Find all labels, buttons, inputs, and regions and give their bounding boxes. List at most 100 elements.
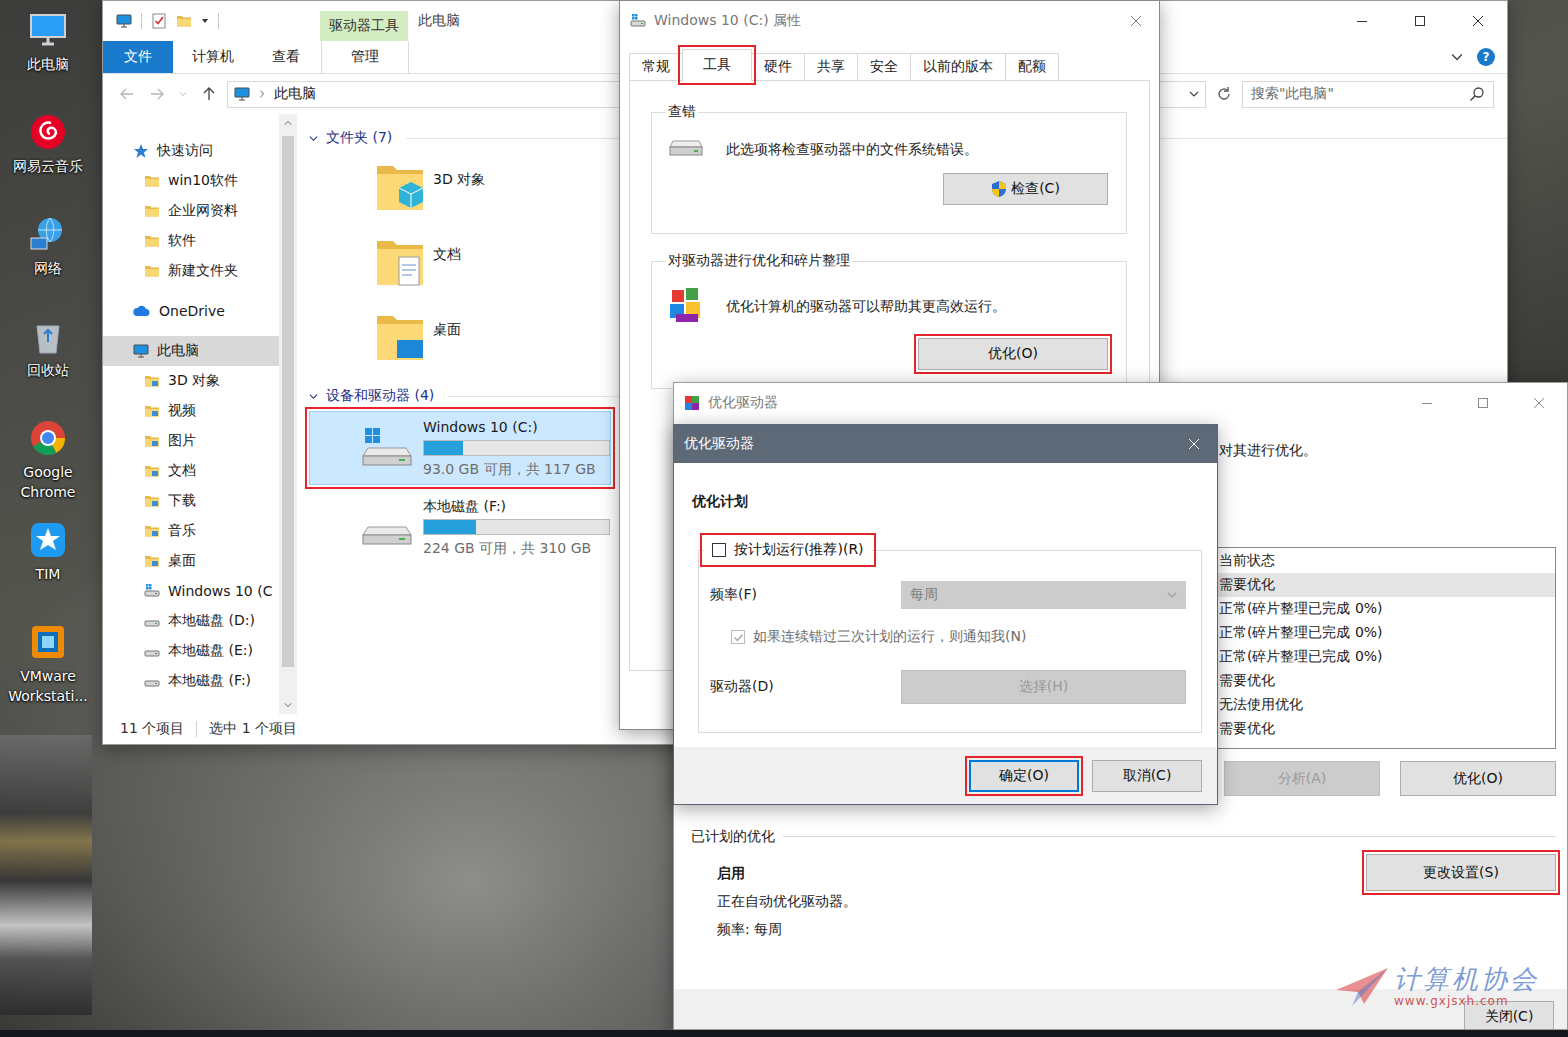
nav-item[interactable]: 软件 [103,226,279,256]
usage-bar [423,440,610,456]
address-dropdown-icon [1189,89,1199,99]
docs-folder-icon [375,235,425,291]
nav-item[interactable]: 3D 对象 [103,366,279,396]
chrome-icon [28,418,68,458]
collapse-icon [309,134,318,143]
context-tab[interactable]: 驱动器工具 [320,11,408,41]
close-icon [1534,398,1544,408]
library-folder-icon [144,373,160,389]
nav-item[interactable]: 本地磁盘 (E:) [103,636,279,666]
check-icon [733,632,744,643]
schedule-checkbox[interactable]: 按计划运行(推荐)(R) [704,537,872,563]
status-text: 11 个项目 [120,720,184,738]
star-icon [133,143,149,159]
close-button[interactable] [1171,425,1217,463]
quick-access-toolbar [103,1,320,41]
nav-item[interactable]: 图片 [103,426,279,456]
desktop-icon-label: 网络 [32,258,64,278]
recycle-bin-icon [28,316,68,356]
tab[interactable]: 常规 [629,53,683,80]
navigation-pane: 快速访问win10软件企业网资料软件新建文件夹 OneDrive 此电脑3D 对象视… [103,114,297,714]
tab-bar: 常规工具硬件共享安全以前的版本配额 [620,41,1159,80]
drive-icon [359,505,415,549]
minimize-button[interactable] [1399,383,1455,423]
title-bar: 优化驱动器 [674,383,1567,423]
ribbon-tab[interactable]: 计算机 [173,41,253,73]
drive-tile[interactable]: Windows 10 (C:)93.0 GB 可用，共 117 GB [309,411,611,485]
close-button[interactable]: 关闭(C) [1464,1001,1554,1030]
change-settings-button[interactable]: 更改设置(S) [1366,854,1556,891]
computer-icon [116,13,132,29]
optimize-button[interactable]: 优化(O) [918,338,1108,370]
drive-icon [144,643,160,659]
nav-item[interactable]: 此电脑 [103,336,279,366]
breadcrumb-separator-icon [258,90,266,98]
ribbon-tab[interactable]: 文件 [103,41,173,73]
desktop-icon[interactable]: TIM [0,516,96,618]
tab[interactable]: 配额 [1005,53,1059,80]
footer: 关闭(C) [674,989,1567,1029]
nav-item[interactable]: 视频 [103,396,279,426]
dropdown-icon [1167,590,1177,600]
ribbon-tab[interactable]: 查看 [253,41,319,73]
desktop-icon[interactable]: VMware Workstati... [0,618,96,720]
drive-tile[interactable]: 本地磁盘 (F:)224 GB 可用，共 310 GB [309,490,611,564]
close-button[interactable] [1113,1,1159,41]
desktop-icon[interactable]: 网络 [0,210,96,312]
nav-item[interactable]: 下载 [103,486,279,516]
select-drives-button[interactable]: 选择(H) [901,670,1186,704]
dialog-button[interactable]: 取消(C) [1092,760,1202,792]
tab[interactable]: 工具 [682,49,752,81]
nav-item[interactable]: OneDrive [103,296,279,326]
nav-item[interactable]: Windows 10 (C [103,576,279,606]
folder-icon [144,233,160,249]
nav-item[interactable]: 企业网资料 [103,196,279,226]
desktop-icon[interactable]: 网易云音乐 [0,108,96,210]
ribbon-tab[interactable]: 管理 [321,41,409,73]
system-drive-icon [144,583,160,599]
scroll-thumb[interactable] [282,136,294,667]
desktop-icon[interactable]: Google Chrome [0,414,96,516]
desktop-icon[interactable]: 回收站 [0,312,96,414]
check-button[interactable]: 检查(C) [943,173,1108,205]
nav-item[interactable]: 桌面 [103,546,279,576]
tab[interactable]: 硬件 [751,53,805,80]
schedule-info: 启用正在自动优化驱动器。频率: 每周 [691,854,1366,943]
dialog-button[interactable]: 确定(O) [969,760,1079,792]
nav-item[interactable]: 文档 [103,456,279,486]
scrollbar[interactable] [279,114,297,714]
nav-item[interactable]: 快速访问 [103,136,279,166]
help-button[interactable]: ? [1477,48,1495,66]
notify-checkbox[interactable]: 如果连续错过三次计划的运行，则通知我(N) [710,613,1186,661]
nav-item[interactable]: 音乐 [103,516,279,546]
desktop-icon[interactable]: 此电脑 [0,6,96,108]
system-drive-icon [359,426,415,470]
pixelated-area [0,735,92,1015]
search-box[interactable]: 搜索"此电脑" [1242,81,1494,108]
nav-item[interactable]: 本地磁盘 (D:) [103,606,279,636]
nav-item[interactable]: 本地磁盘 (F:) [103,666,279,696]
action-button[interactable]: 优化(O) [1400,761,1556,796]
nav-item[interactable]: win10软件 [103,166,279,196]
search-icon [1469,86,1485,102]
library-folder-icon [144,433,160,449]
tab[interactable]: 共享 [804,53,858,80]
nav-item[interactable]: 新建文件夹 [103,256,279,286]
cloud-icon [133,303,151,319]
tab[interactable]: 以前的版本 [910,53,1006,80]
minimize-icon [1422,398,1432,408]
minimize-button[interactable] [1333,1,1391,41]
drive-icon [144,673,160,689]
back-icon [119,86,135,102]
action-button[interactable]: 分析(A) [1224,761,1380,796]
close-button[interactable] [1511,383,1567,423]
maximize-button[interactable] [1455,383,1511,423]
frequency-select[interactable]: 每周 [901,581,1186,609]
minimize-icon [1357,16,1367,26]
group-box: 对驱动器进行优化和碎片整理优化计算机的驱动器可以帮助其更高效运行。优化(O) [651,252,1127,389]
scroll-up-icon [284,119,292,127]
close-button[interactable] [1449,1,1507,41]
window-controls [1171,425,1217,463]
maximize-button[interactable] [1391,1,1449,41]
tab[interactable]: 安全 [857,53,911,80]
